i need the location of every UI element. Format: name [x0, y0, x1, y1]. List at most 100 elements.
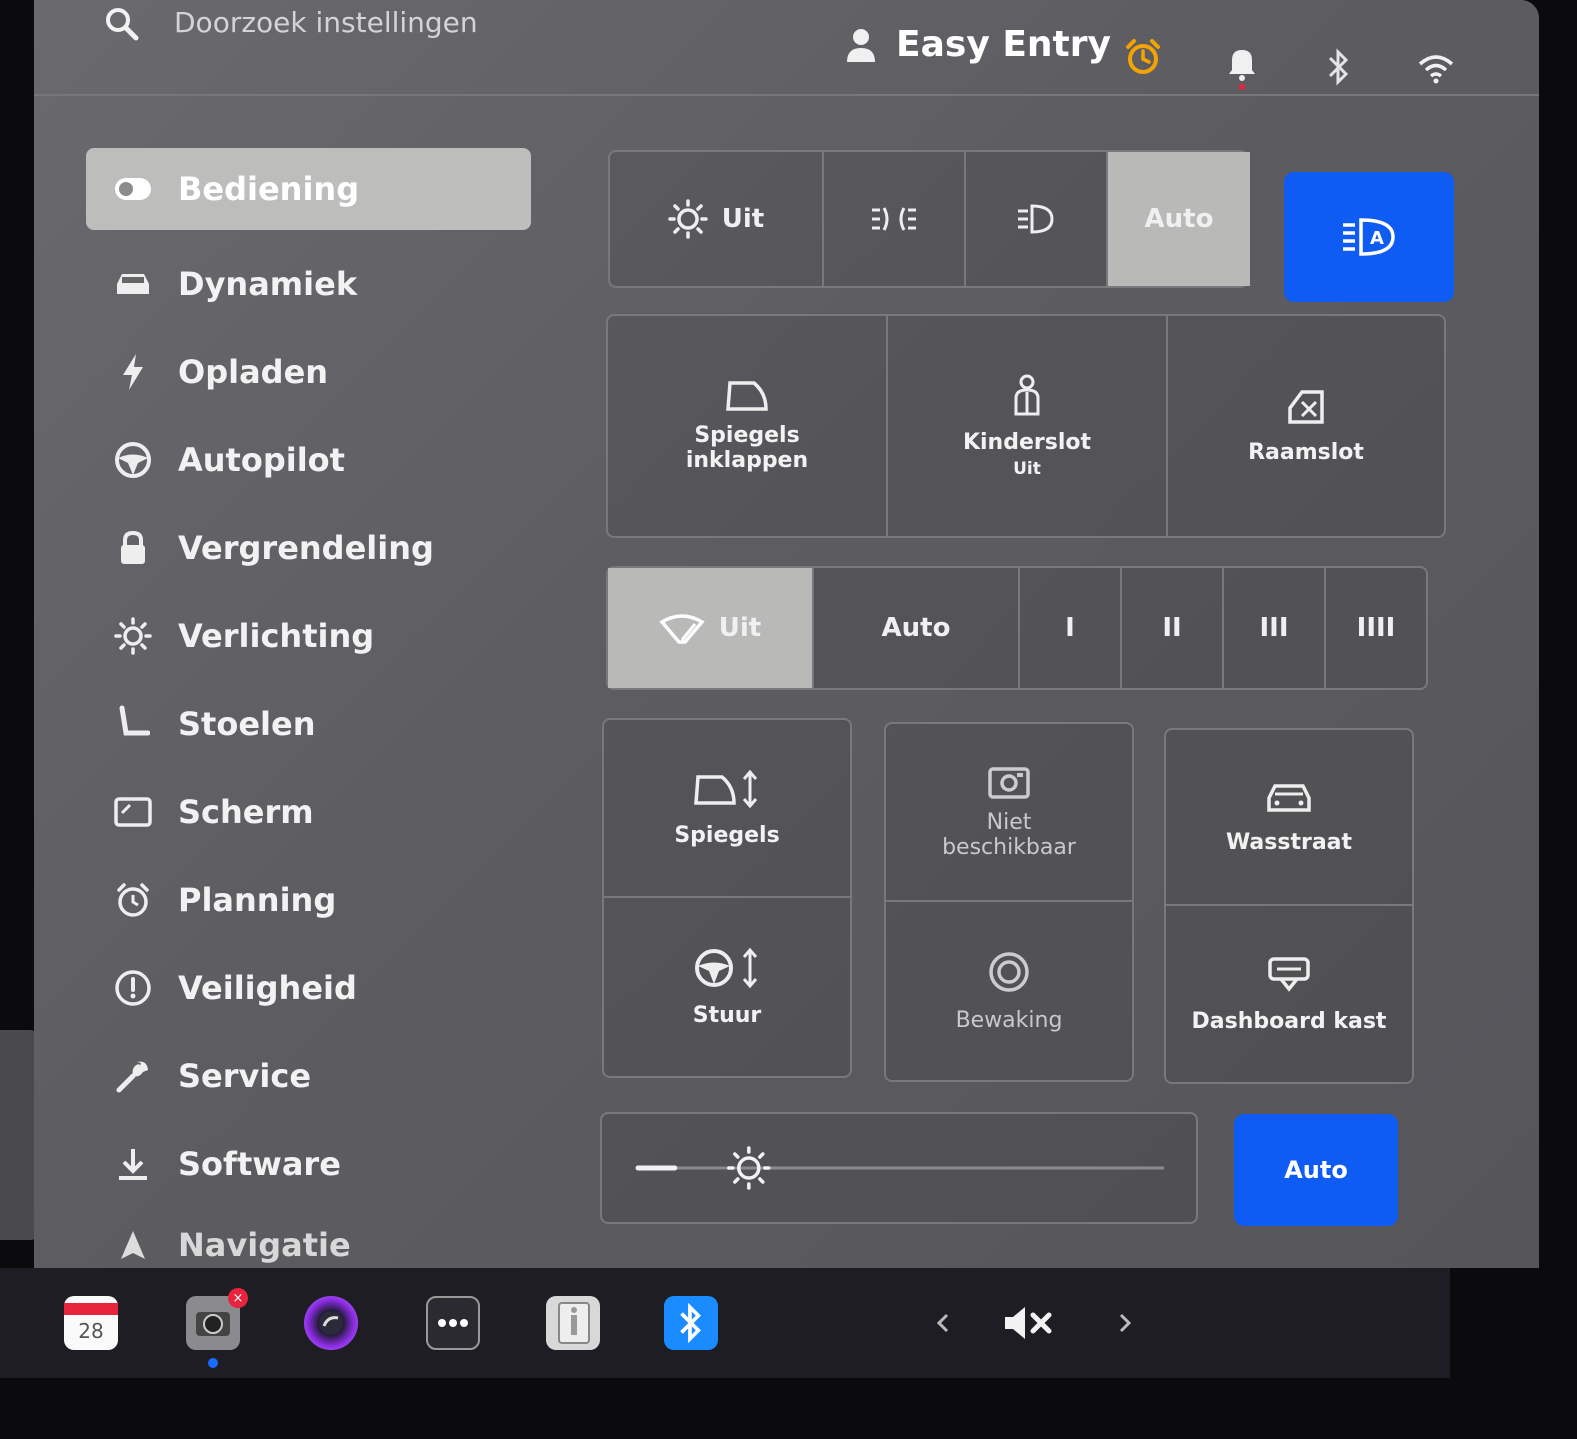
child-lock-label: Kinderslot [962, 429, 1092, 455]
dashcam-app-icon[interactable]: × [186, 1288, 248, 1368]
sidebar-item-bediening[interactable]: Bediening [86, 148, 531, 230]
alarm-clock-icon[interactable] [1124, 38, 1162, 76]
sidebar-item-veiligheid[interactable]: Veiligheid [86, 944, 531, 1032]
camera-icon [196, 1312, 230, 1336]
headlight-mode-selector: Uit Auto [608, 150, 1250, 288]
auto-high-beam-icon: A [1343, 218, 1395, 256]
navigation-icon [112, 1224, 154, 1266]
profile-name: Easy Entry [896, 24, 1111, 65]
car-wash-icon [1267, 783, 1311, 812]
manual-app-icon[interactable] [546, 1296, 600, 1350]
mirror-adjust-icon [694, 769, 758, 808]
bluetooth-app-icon[interactable] [664, 1296, 718, 1350]
sidebar-item-vergrendeling[interactable]: Vergrendeling [86, 504, 531, 592]
wipers-auto-button[interactable]: Auto [814, 568, 1020, 688]
steering-wheel-icon [112, 439, 154, 481]
lock-icon [112, 527, 154, 569]
camera-icon [988, 767, 1030, 799]
glovebox-label: Dashboard kast [1191, 1008, 1387, 1034]
wiper-speed-label: I [1065, 613, 1075, 643]
parking-lights-button[interactable] [824, 152, 966, 286]
mirror-icon [726, 381, 768, 411]
bluetooth-icon[interactable] [1326, 48, 1352, 86]
window-lock-tile[interactable]: Raamslot [1168, 316, 1444, 536]
child-lock-tile[interactable]: Kinderslot Uit [888, 316, 1168, 536]
wipers-off-button[interactable]: Uit [608, 568, 814, 688]
notification-bell-icon[interactable] [1226, 44, 1258, 90]
sidebar-item-opladen[interactable]: Opladen [86, 328, 531, 416]
sidebar-item-label: Software [178, 1145, 341, 1183]
sidebar-item-label: Opladen [178, 353, 329, 391]
unavailable-tile: Niet beschikbaar [886, 724, 1132, 902]
download-icon [112, 1143, 154, 1185]
search-icon[interactable] [104, 4, 144, 44]
brightness-slider[interactable] [600, 1112, 1198, 1224]
brightness-track[interactable] [602, 1114, 1196, 1222]
sidebar-item-scherm[interactable]: Scherm [86, 768, 531, 856]
search-input[interactable]: Doorzoek instellingen [174, 6, 478, 39]
sun-icon [668, 199, 708, 239]
headlights-off-button[interactable]: Uit [610, 152, 824, 286]
volume-down-chevron-icon[interactable] [916, 1296, 970, 1350]
sidebar-item-label: Dynamiek [178, 265, 358, 303]
warning-icon [112, 967, 154, 1009]
wipers-speed-4-button[interactable]: IIII [1326, 568, 1426, 688]
settings-sidebar: Bediening Dynamiek Opladen Autopilot Ver… [86, 148, 531, 1268]
wipers-off-label: Uit [718, 613, 762, 643]
sidebar-item-software[interactable]: Software [86, 1120, 531, 1208]
top-status-bar: Doorzoek instellingen Easy Entry [34, 0, 1539, 96]
sidebar-item-label: Autopilot [178, 441, 345, 479]
fold-mirrors-tile[interactable]: Spiegels inklappen [608, 316, 888, 536]
svg-text:A: A [1370, 228, 1384, 249]
auto-high-beam-button[interactable]: A [1284, 172, 1454, 302]
calendar-header [64, 1303, 118, 1315]
wipers-speed-2-button[interactable]: II [1122, 568, 1224, 688]
glovebox-tile[interactable]: Dashboard kast [1166, 906, 1412, 1082]
sentry-mode-tile[interactable]: Bewaking [886, 902, 1132, 1080]
more-apps-icon[interactable] [426, 1296, 480, 1350]
toggle-icon [112, 168, 154, 210]
sidebar-item-autopilot[interactable]: Autopilot [86, 416, 531, 504]
fold-mirrors-label: Spiegels inklappen [685, 423, 809, 473]
sidebar-item-label: Verlichting [178, 617, 375, 655]
low-beam-icon [1018, 204, 1054, 234]
car-wash-tile[interactable]: Wasstraat [1166, 730, 1412, 906]
window-lock-label: Raamslot [1248, 439, 1364, 465]
wiper-speed-label: III [1259, 613, 1289, 643]
steering-adjust-tile[interactable]: Stuur [604, 898, 850, 1076]
mirrors-adjust-tile[interactable]: Spiegels [604, 720, 850, 898]
sidebar-item-service[interactable]: Service [86, 1032, 531, 1120]
display-icon [112, 791, 154, 833]
headlights-off-label: Uit [721, 204, 765, 234]
steering-adjust-icon [695, 947, 758, 988]
wiper-icon [659, 614, 705, 644]
wifi-icon[interactable] [1418, 54, 1454, 84]
parking-lights-icon [872, 207, 916, 231]
wipers-speed-3-button[interactable]: III [1224, 568, 1326, 688]
bolt-icon [112, 351, 154, 393]
sidebar-item-stoelen[interactable]: Stoelen [86, 680, 531, 768]
child-lock-state: Uit [1013, 458, 1041, 479]
brightness-auto-button[interactable]: Auto [1234, 1114, 1398, 1226]
volume-up-chevron-icon[interactable] [1098, 1296, 1152, 1350]
sidebar-item-dynamiek[interactable]: Dynamiek [86, 240, 531, 328]
error-badge-icon: × [228, 1288, 248, 1308]
sidebar-item-navigatie[interactable]: Navigatie [86, 1208, 531, 1268]
sidebar-item-planning[interactable]: Planning [86, 856, 531, 944]
quick-controls-row: Spiegels inklappen Kinderslot Uit Raamsl… [606, 314, 1446, 538]
wipers-speed-1-button[interactable]: I [1020, 568, 1122, 688]
sidebar-item-verlichting[interactable]: Verlichting [86, 592, 531, 680]
window-lock-icon [1288, 389, 1324, 424]
settings-screen: Doorzoek instellingen Easy Entry Bedieni… [34, 0, 1539, 1268]
low-beam-button[interactable] [966, 152, 1108, 286]
wiper-speed-label: II [1162, 613, 1182, 643]
mute-icon[interactable] [996, 1296, 1066, 1350]
active-indicator [208, 1358, 218, 1368]
sidebar-item-label: Navigatie [178, 1226, 351, 1264]
driver-profile[interactable]: Easy Entry [844, 24, 1111, 65]
calendar-app-icon[interactable]: 28 [64, 1296, 118, 1350]
child-icon [1014, 374, 1040, 415]
headlights-auto-label: Auto [1144, 204, 1214, 234]
headlights-auto-button[interactable]: Auto [1108, 152, 1250, 286]
media-app-icon[interactable] [304, 1296, 358, 1350]
